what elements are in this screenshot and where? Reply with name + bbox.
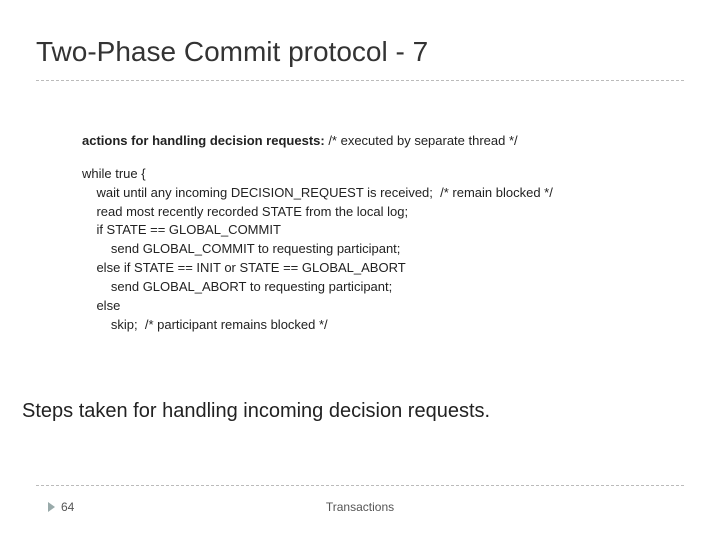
footer-label: Transactions [0,500,720,514]
actions-heading: actions for handling decision requests: … [82,132,680,151]
actions-label: actions for handling decision requests: [82,133,325,148]
page-title: Two-Phase Commit protocol - 7 [36,36,428,68]
slide: Two-Phase Commit protocol - 7 actions fo… [0,0,720,540]
title-divider [36,80,684,81]
actions-comment: /* executed by separate thread */ [325,133,518,148]
steps-caption: Steps taken for handling incoming decisi… [22,400,490,423]
pseudocode-block: while true { wait until any incoming DEC… [82,165,680,335]
body-content: actions for handling decision requests: … [82,132,680,334]
footer-divider [36,485,684,486]
